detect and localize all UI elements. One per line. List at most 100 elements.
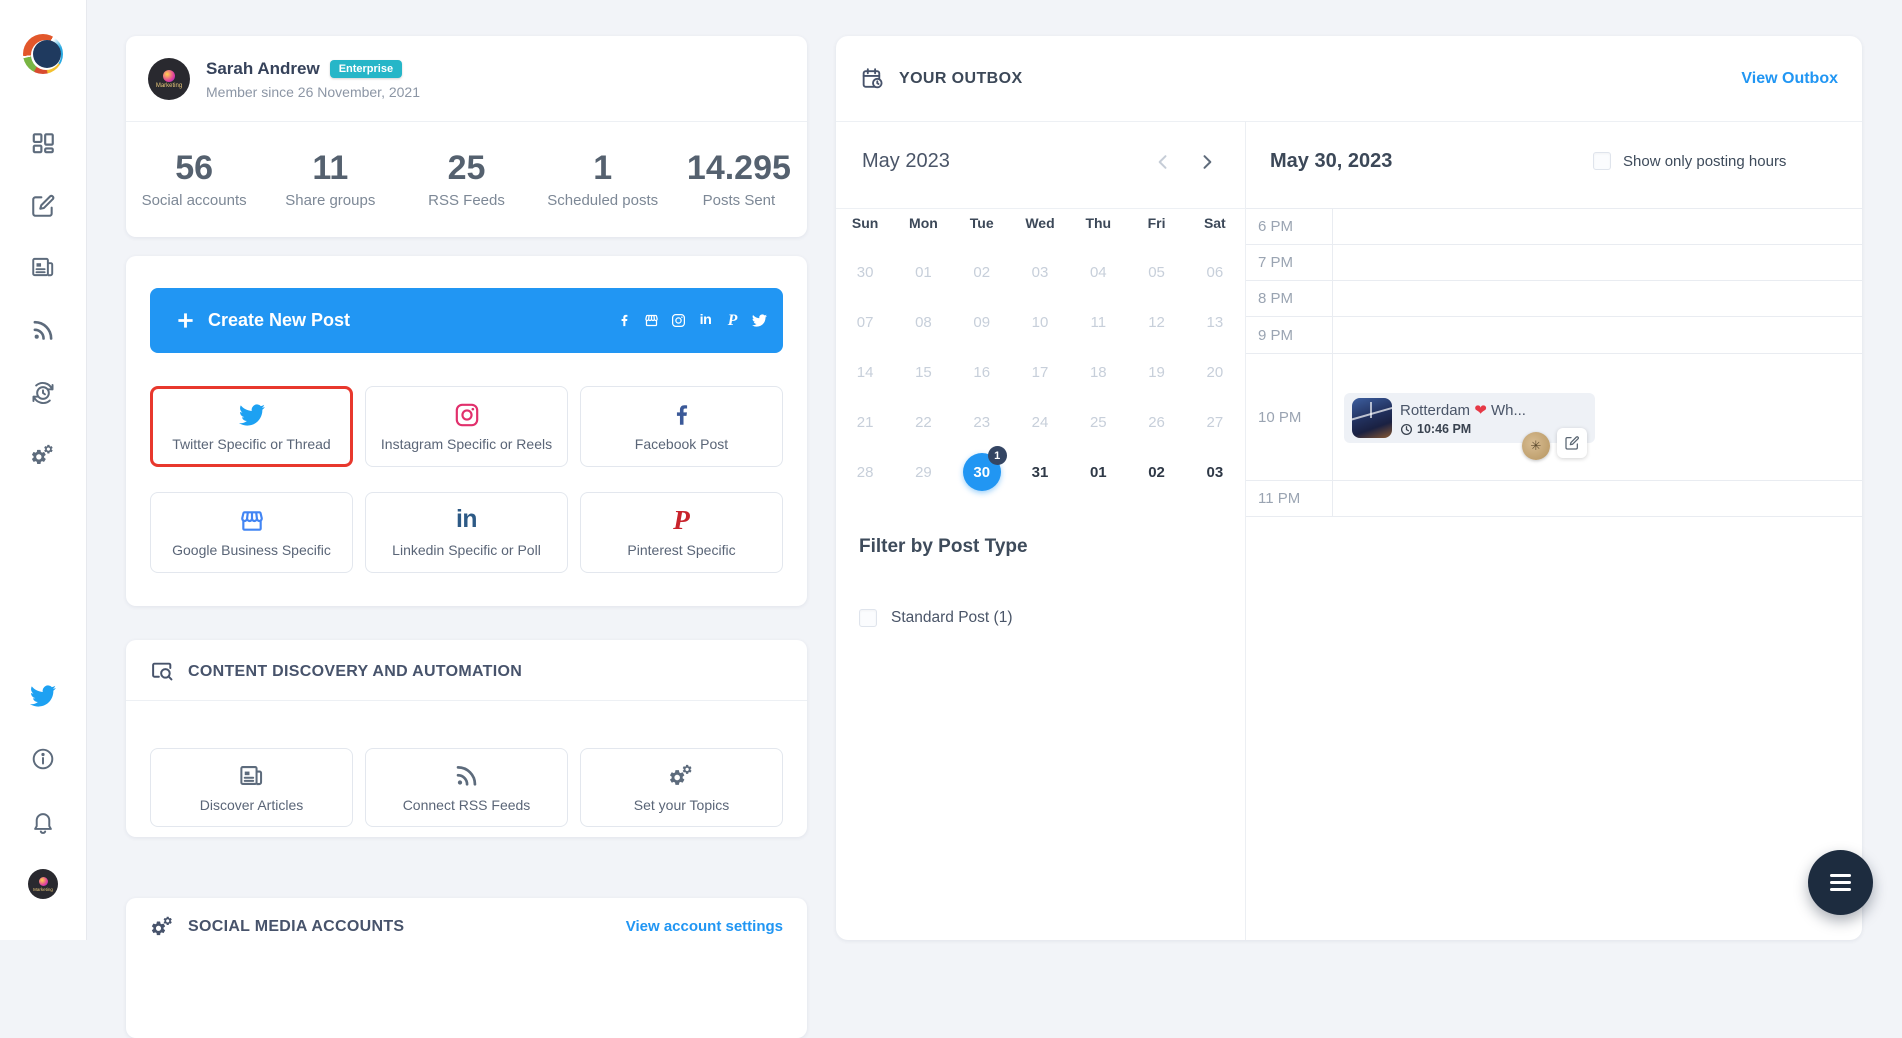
calendar-day-15[interactable]: 15 [894,347,952,397]
calendar-day-24[interactable]: 24 [1011,397,1069,447]
clock-icon [1400,423,1413,436]
calendar-day-17[interactable]: 17 [1011,347,1069,397]
calendar-day-18[interactable]: 18 [1069,347,1127,397]
post-time: 10:46 PM [1417,422,1471,436]
sidebar-item-rss[interactable] [30,317,56,343]
create-new-post-button[interactable]: Create New Post inP [150,288,783,353]
edit-pencil-icon [1564,435,1580,451]
sidebar-item-dashboard[interactable] [30,130,56,156]
stat-value: 1 [535,149,671,188]
post-type-twitter-specific-or-thread[interactable]: Twitter Specific or Thread [150,386,353,467]
edit-post-button[interactable] [1557,428,1587,458]
calendar-day-30[interactable]: 30 [836,247,894,297]
calendar-day-16[interactable]: 16 [953,347,1011,397]
calendar-day-25[interactable]: 25 [1069,397,1127,447]
calendar-day-02[interactable]: 02 [1127,447,1185,497]
contentstudio-logo-icon[interactable] [23,34,63,74]
time-slot-11-pm[interactable]: 11 PM [1246,480,1862,517]
calendar-week-row: 14151617181920 [836,347,1244,397]
twitter-icon [239,402,265,428]
chevron-left-icon[interactable] [1153,152,1173,172]
divider [126,700,807,701]
calendar-day-23[interactable]: 23 [953,397,1011,447]
calendar-day-05[interactable]: 05 [1127,247,1185,297]
time-slot-9-pm[interactable]: 9 PM [1246,316,1862,353]
calendar-day-26[interactable]: 26 [1127,397,1185,447]
dashboard-icon [30,130,56,156]
time-slot-7-pm[interactable]: 7 PM [1246,244,1862,280]
calendar-day-21[interactable]: 21 [836,397,894,447]
chevron-right-icon[interactable] [1197,152,1217,172]
sidebar-item-compose[interactable] [30,193,56,219]
bell-icon [30,809,56,835]
menu-fab-button[interactable] [1808,850,1873,915]
profile-name: Sarah Andrew [206,59,320,79]
calendar-day-08[interactable]: 08 [894,297,952,347]
calendar-day-28[interactable]: 28 [836,447,894,497]
post-type-facebook-post[interactable]: Facebook Post [580,386,783,467]
calendar-day-09[interactable]: 09 [953,297,1011,347]
time-slot-6-pm[interactable]: 6 PM [1246,208,1862,244]
post-type-label: Linkedin Specific or Poll [392,542,541,558]
filter-option-label: Standard Post (1) [891,609,1012,627]
calendar-day-03[interactable]: 03 [1186,447,1244,497]
sidebar-item-articles[interactable] [30,254,56,280]
info-icon [30,746,56,772]
compose-card: Create New Post inP Twitter Specific or … [126,256,807,606]
discover-articles-button[interactable]: Discover Articles [150,748,353,827]
stat-scheduled-posts: 1Scheduled posts [535,149,671,208]
show-posting-hours-checkbox[interactable] [1593,152,1611,170]
set-your-topics-button[interactable]: Set your Topics [580,748,783,827]
calendar-day-10[interactable]: 10 [1011,297,1069,347]
settings-gears-icon [30,442,56,468]
calendar-day-19[interactable]: 19 [1127,347,1185,397]
calendar-day-14[interactable]: 14 [836,347,894,397]
post-type-linkedin-specific-or-poll[interactable]: inLinkedin Specific or Poll [365,492,568,573]
calendar-day-22[interactable]: 22 [894,397,952,447]
calendar-day-30[interactable]: 301 [953,447,1011,497]
post-type-grid: Twitter Specific or ThreadInstagram Spec… [150,386,783,573]
calendar-day-20[interactable]: 20 [1186,347,1244,397]
calendar-day-27[interactable]: 27 [1186,397,1244,447]
calendar-day-03[interactable]: 03 [1011,247,1069,297]
standard-post-checkbox[interactable] [859,609,877,627]
post-type-google-business-specific[interactable]: Google Business Specific [150,492,353,573]
stats-row: 56Social accounts11Share groups25RSS Fee… [126,121,807,237]
sidebar-item-settings-gears[interactable] [30,442,56,468]
post-type-instagram-specific-or-reels[interactable]: Instagram Specific or Reels [365,386,568,467]
profile-row: Marketing Sarah Andrew Enterprise Member… [126,36,807,100]
calendar-day-12[interactable]: 12 [1127,297,1185,347]
weekday-label: Tue [953,215,1011,231]
discovery-item-label: Discover Articles [200,797,303,813]
calendar-day-01[interactable]: 01 [894,247,952,297]
post-type-pinterest-specific[interactable]: PPinterest Specific [580,492,783,573]
calendar-month-label: May 2023 [862,150,950,173]
facebook-icon [669,402,695,428]
calendar-day-02[interactable]: 02 [953,247,1011,297]
sidebar-item-twitter[interactable] [30,683,56,709]
time-label: 10 PM [1258,409,1301,426]
time-slot-8-pm[interactable]: 8 PM [1246,280,1862,316]
calendar-day-06[interactable]: 06 [1186,247,1244,297]
accounts-card: SOCIAL MEDIA ACCOUNTS View account setti… [126,898,807,1038]
linkedin-icon: in [698,313,713,328]
compose-icon [30,193,56,219]
calendar-day-29[interactable]: 29 [894,447,952,497]
calendar-day-31[interactable]: 31 [1011,447,1069,497]
calendar-day-13[interactable]: 13 [1186,297,1244,347]
calendar-day-07[interactable]: 07 [836,297,894,347]
calendar-day-11[interactable]: 11 [1069,297,1127,347]
calendar-day-04[interactable]: 04 [1069,247,1127,297]
calendar-week-row: 282930131010203 [836,447,1244,497]
sidebar-user-avatar[interactable]: Marketing [28,869,58,899]
sidebar-item-planner[interactable] [30,380,56,406]
sidebar-item-bell[interactable] [30,809,56,835]
connect-rss-feeds-button[interactable]: Connect RSS Feeds [365,748,568,827]
articles-icon [30,254,56,280]
view-outbox-link[interactable]: View Outbox [1741,70,1838,88]
calendar-weeks: 3001020304050607080910111213141516171819… [836,247,1244,497]
sidebar-item-info[interactable] [30,746,56,772]
calendar-day-01[interactable]: 01 [1069,447,1127,497]
stat-label: Posts Sent [671,192,807,209]
view-account-settings-link[interactable]: View account settings [626,918,783,935]
